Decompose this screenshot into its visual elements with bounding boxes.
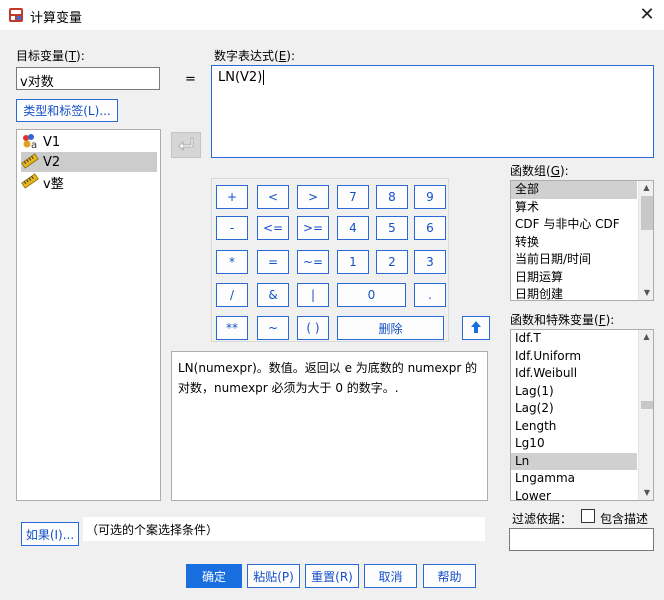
keypad-key[interactable]: 3: [414, 250, 446, 274]
paste-button[interactable]: 粘贴(P): [247, 564, 300, 588]
list-item[interactable]: Idf.Weibull: [511, 365, 637, 383]
keypad-key[interactable]: ( ): [297, 316, 329, 340]
variable-item-v-zheng[interactable]: v整: [21, 172, 157, 192]
if-condition-field: （可选的个案选择条件）: [83, 517, 485, 541]
enter-arrow-icon: [178, 137, 194, 154]
compute-variable-icon: [8, 7, 24, 23]
keypad-key[interactable]: <=: [257, 216, 289, 240]
keypad-key[interactable]: &: [257, 283, 289, 307]
help-button[interactable]: 帮助: [423, 564, 476, 588]
function-group-items: 全部 算术 CDF 与非中心 CDF 转换 当前日期/时间 日期运算 日期创建: [511, 181, 637, 300]
keypad-key[interactable]: 0: [337, 283, 406, 307]
keypad-key[interactable]: ~=: [297, 250, 329, 274]
scale-var-icon: [21, 172, 39, 192]
svg-text:a: a: [31, 140, 37, 149]
keypad-key[interactable]: 2: [376, 250, 408, 274]
filter-input[interactable]: [509, 528, 654, 551]
list-item[interactable]: 全部: [511, 181, 637, 199]
list-item[interactable]: Lag(1): [511, 383, 637, 401]
scroll-down-icon[interactable]: ▼: [639, 286, 653, 300]
list-item[interactable]: Lower: [511, 488, 637, 501]
keypad-key[interactable]: +: [216, 185, 248, 209]
scale-var-icon: [21, 152, 39, 172]
variable-list[interactable]: a V1 V2 v整: [16, 129, 161, 501]
keypad-key[interactable]: 5: [376, 216, 408, 240]
list-item[interactable]: 日期创建: [511, 286, 637, 300]
list-item[interactable]: Lag(2): [511, 400, 637, 418]
list-item[interactable]: 日期运算: [511, 269, 637, 287]
title-bar: [0, 0, 664, 30]
reset-button[interactable]: 重置(R): [305, 564, 359, 588]
include-description-checkbox[interactable]: [581, 509, 595, 523]
keypad-key[interactable]: -: [216, 216, 248, 240]
numeric-expression-label: 数字表达式(E):: [214, 49, 296, 63]
type-label-button[interactable]: 类型和标签(L)...: [16, 99, 118, 122]
function-group-list[interactable]: 全部 算术 CDF 与非中心 CDF 转换 当前日期/时间 日期运算 日期创建 ▲ ▼: [510, 180, 654, 301]
keypad-key[interactable]: >=: [297, 216, 329, 240]
functions-list[interactable]: Idf.T Idf.Uniform Idf.Weibull Lag(1) Lag(2) L…: [510, 329, 654, 501]
scroll-thumb[interactable]: [641, 196, 653, 230]
keypad-key[interactable]: 4: [337, 216, 369, 240]
functions-label: 函数和特殊变量(F):: [510, 313, 615, 327]
keypad-key[interactable]: .: [414, 283, 446, 307]
variable-item-v1[interactable]: a V1: [21, 132, 157, 152]
include-description-label: 包含描述: [600, 512, 649, 526]
numeric-expression-input[interactable]: LN(V2): [211, 65, 654, 158]
up-arrow-icon: [470, 320, 482, 337]
if-button[interactable]: 如果(I)...: [21, 522, 79, 546]
list-item[interactable]: Ln: [511, 452, 637, 470]
keypad-key[interactable]: <: [257, 185, 289, 209]
list-item[interactable]: 当前日期/时间: [511, 251, 637, 269]
function-description: LN(numexpr)。数值。返回以 e 为底数的 numexpr 的对数，nu…: [171, 351, 488, 501]
keypad-key[interactable]: 9: [414, 185, 446, 209]
window-title: 计算变量: [30, 11, 83, 26]
variable-name: V1: [43, 134, 61, 150]
keypad-key[interactable]: *: [216, 250, 248, 274]
list-item[interactable]: Idf.T: [511, 330, 637, 348]
function-group-scrollbar[interactable]: ▲ ▼: [638, 181, 653, 300]
list-item[interactable]: CDF 与非中心 CDF: [511, 216, 637, 234]
function-items: Idf.T Idf.Uniform Idf.Weibull Lag(1) Lag(2) L…: [511, 330, 637, 501]
keypad-key[interactable]: |: [297, 283, 329, 307]
target-variable-input[interactable]: v对数: [16, 67, 160, 90]
scroll-up-icon[interactable]: ▲: [639, 330, 653, 344]
close-icon[interactable]: ✕: [634, 3, 660, 27]
ok-button[interactable]: 确定: [186, 564, 242, 588]
keypad-key[interactable]: 1: [337, 250, 369, 274]
list-item[interactable]: Idf.Uniform: [511, 348, 637, 366]
keypad-key[interactable]: 6: [414, 216, 446, 240]
keypad-key[interactable]: 7: [337, 185, 369, 209]
keypad-key[interactable]: **: [216, 316, 248, 340]
filter-label: 过滤依据：: [512, 512, 573, 526]
keypad-key[interactable]: >: [297, 185, 329, 209]
scroll-up-icon[interactable]: ▲: [639, 181, 653, 195]
keypad-key[interactable]: 删除: [337, 316, 444, 340]
scroll-down-icon[interactable]: ▼: [639, 486, 653, 500]
keypad-key[interactable]: /: [216, 283, 248, 307]
functions-scrollbar[interactable]: ▲ ▼: [638, 330, 653, 500]
equals-sign: =: [185, 72, 196, 87]
cancel-button[interactable]: 取消: [364, 564, 417, 588]
variable-name: v整: [43, 176, 64, 192]
list-item[interactable]: 算术: [511, 199, 637, 217]
keypad-key[interactable]: ~: [257, 316, 289, 340]
expression-text: LN(V2): [218, 70, 263, 85]
scroll-thumb[interactable]: [641, 401, 653, 409]
target-variable-label: 目标变量(T):: [16, 49, 85, 63]
variable-item-v2[interactable]: V2: [21, 152, 157, 172]
list-item[interactable]: Lg10: [511, 435, 637, 453]
keypad-key[interactable]: 8: [376, 185, 408, 209]
variable-name: V2: [43, 154, 61, 170]
function-group-label: 函数组(G):: [510, 164, 569, 178]
keypad-key[interactable]: =: [257, 250, 289, 274]
move-to-expression-button[interactable]: [171, 132, 201, 158]
list-item[interactable]: Lngamma: [511, 470, 637, 488]
move-up-button[interactable]: [462, 316, 490, 340]
list-item[interactable]: 转换: [511, 234, 637, 252]
list-item[interactable]: Length: [511, 418, 637, 436]
nominal-var-icon: a: [21, 133, 39, 152]
text-cursor: [263, 70, 265, 85]
